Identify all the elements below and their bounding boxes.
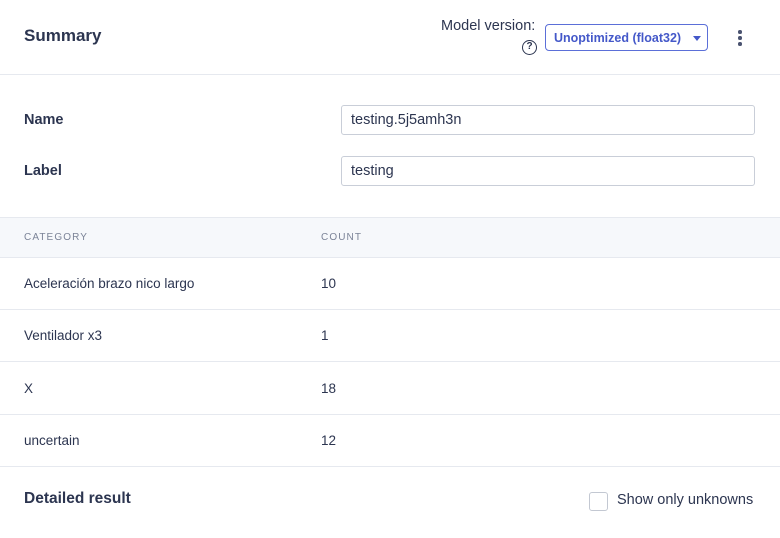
model-version-select[interactable]: Unoptimized (float32)	[545, 24, 708, 51]
detailed-result-title: Detailed result	[24, 490, 131, 507]
page-title: Summary	[24, 26, 102, 45]
count-cell: 12	[321, 433, 337, 448]
name-label: Name	[24, 112, 64, 128]
category-cell: Aceleración brazo nico largo	[24, 276, 195, 291]
table-row: uncertain 12	[0, 415, 780, 467]
column-header-count: COUNT	[321, 232, 363, 243]
count-cell: 10	[321, 276, 337, 291]
model-version-value: Unoptimized (float32)	[554, 31, 682, 45]
table-row: Ventilador x3 1	[0, 310, 780, 362]
label-label: Label	[24, 163, 62, 179]
column-header-category: CATEGORY	[24, 232, 88, 243]
table-header: CATEGORY COUNT	[0, 217, 780, 258]
label-field[interactable]	[341, 156, 755, 186]
show-unknowns-label[interactable]: Show only unknowns	[617, 492, 753, 508]
kebab-menu-icon[interactable]	[733, 29, 747, 47]
table-row: X 18	[0, 363, 780, 415]
caret-down-icon	[693, 36, 701, 41]
summary-panel: Summary Model version: ? Unoptimized (fl…	[0, 0, 780, 538]
category-cell: X	[24, 381, 34, 396]
summary-header: Summary Model version: ? Unoptimized (fl…	[0, 0, 780, 75]
question-circle-icon[interactable]: ?	[522, 40, 537, 55]
show-unknowns-checkbox[interactable]	[589, 492, 608, 511]
model-version-label: Model version:	[441, 18, 536, 34]
table-row: Aceleración brazo nico largo 10	[0, 258, 780, 310]
count-cell: 1	[321, 328, 329, 343]
category-cell: uncertain	[24, 433, 80, 448]
category-cell: Ventilador x3	[24, 328, 103, 343]
count-cell: 18	[321, 381, 337, 396]
name-field[interactable]	[341, 105, 755, 135]
